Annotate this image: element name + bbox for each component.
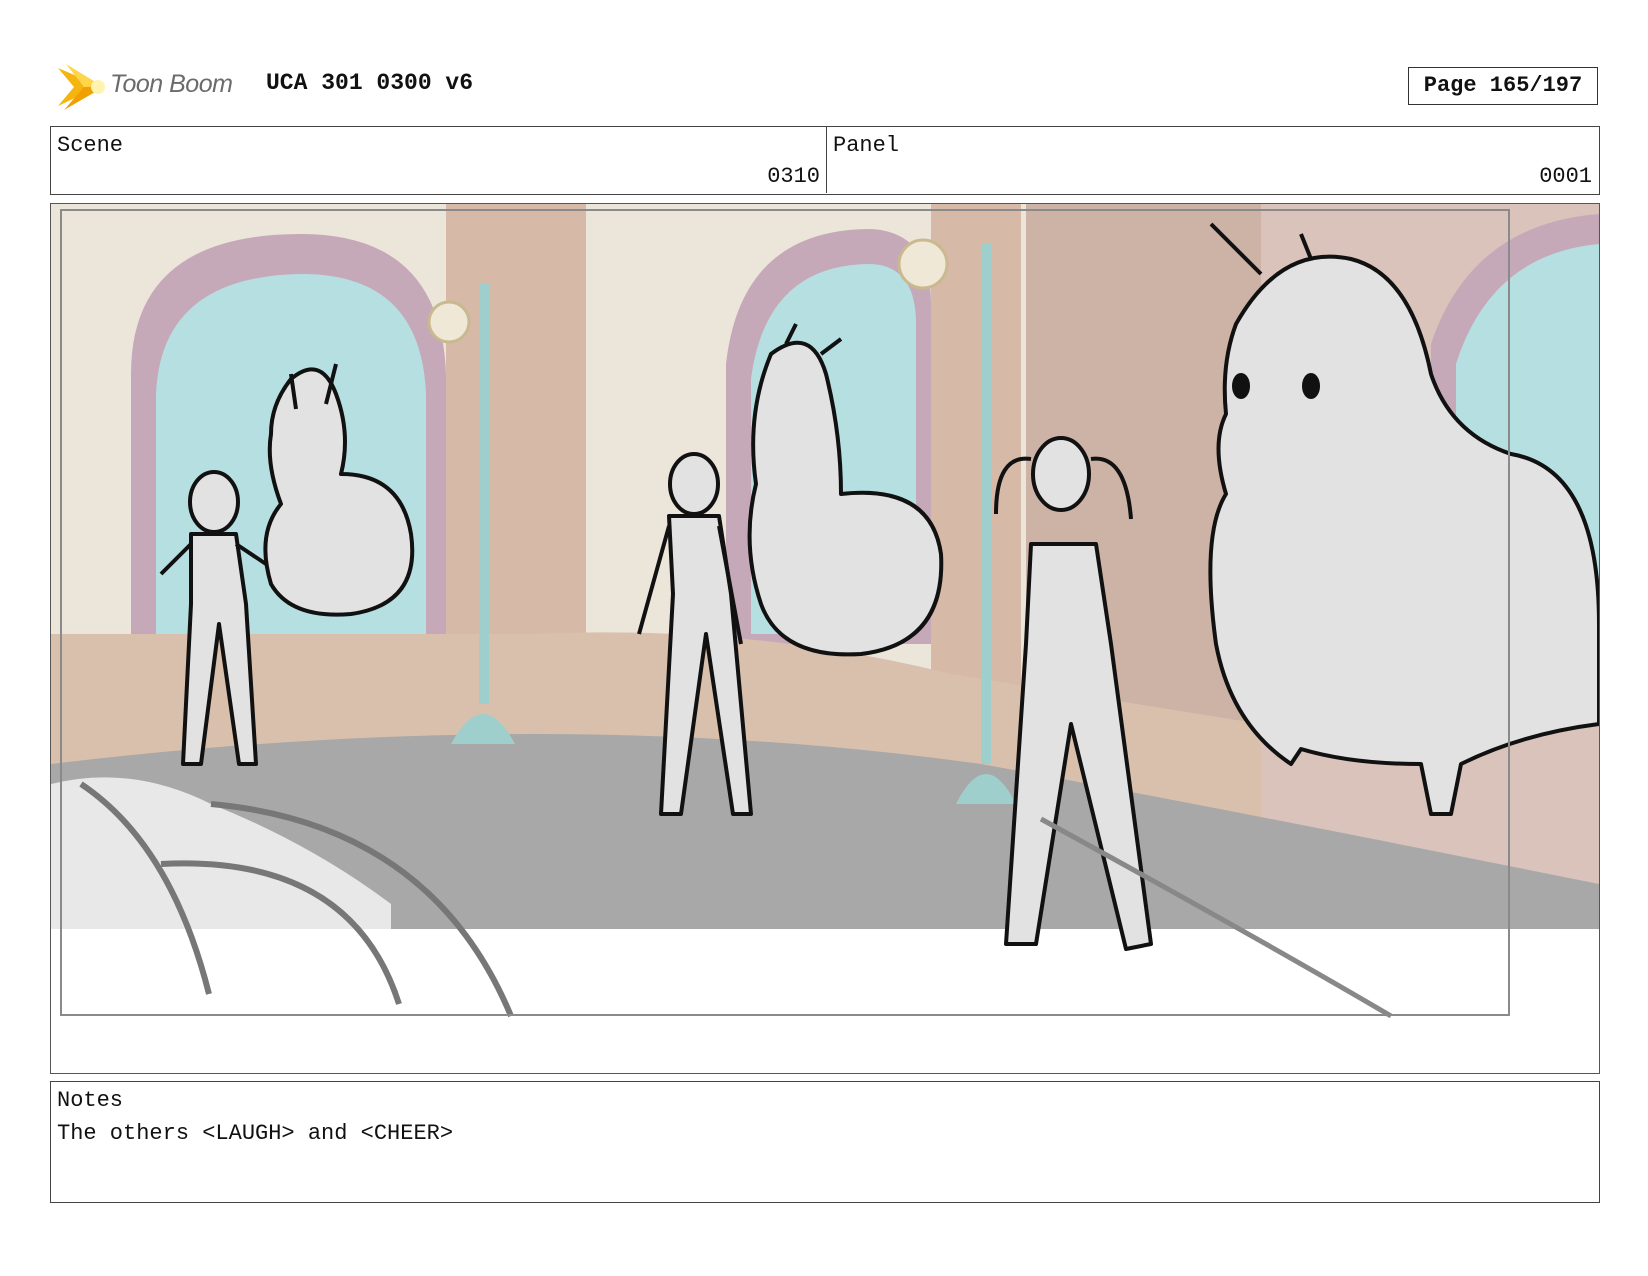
logo-wordmark: Toon Boom — [110, 70, 233, 98]
storyboard-drawing — [51, 204, 1599, 1019]
toon-boom-logo: Toon Boom — [54, 62, 264, 112]
storyboard-header: Toon Boom UCA 301 0300 v6 Page 165/197 — [50, 58, 1600, 114]
notes-label: Notes — [57, 1088, 124, 1113]
scene-label: Scene — [57, 133, 124, 158]
flare-icon — [58, 64, 105, 110]
panel-label: Panel — [833, 133, 900, 158]
notes-box: Notes The others <LAUGH> and <CHEER> — [50, 1081, 1600, 1203]
scene-panel-row: Scene 0310 Panel 0001 — [50, 126, 1600, 195]
scene-cell: Scene 0310 — [51, 127, 827, 193]
page-indicator: Page 165/197 — [1408, 67, 1598, 105]
panel-cell: Panel 0001 — [827, 127, 1598, 193]
notes-text: The others <LAUGH> and <CHEER> — [57, 1121, 454, 1146]
document-title: UCA 301 0300 v6 — [266, 70, 474, 96]
panel-number: 0001 — [1539, 164, 1592, 189]
storyboard-frame — [50, 203, 1600, 1074]
scene-number: 0310 — [767, 164, 820, 189]
